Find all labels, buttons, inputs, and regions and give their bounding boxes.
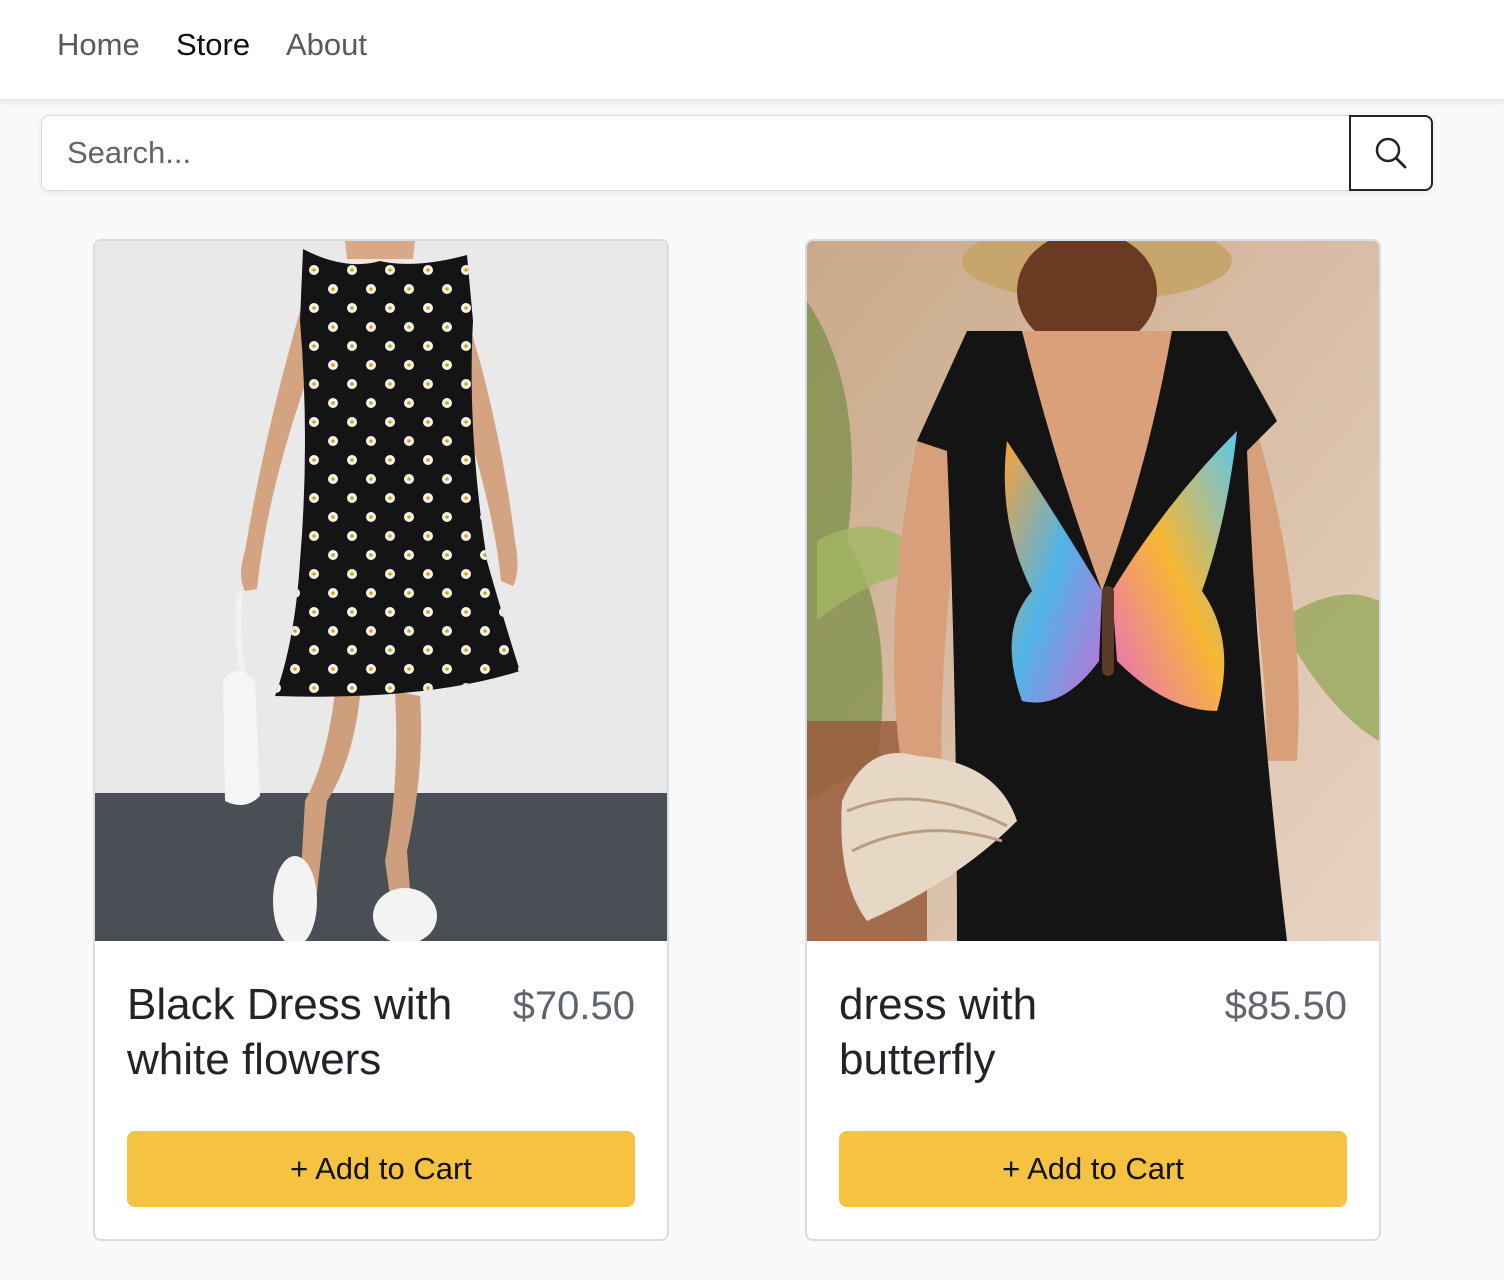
- product-card: dress with butterfly $85.50 + Add to Car…: [805, 239, 1381, 1241]
- nav-link-store[interactable]: Store: [176, 26, 250, 64]
- top-navbar: Home Store About: [0, 0, 1504, 100]
- product-title: Black Dress with white flowers: [127, 980, 453, 1084]
- black-floral-dress-photo: [95, 241, 667, 941]
- product-image[interactable]: [95, 241, 667, 941]
- butterfly-dress-photo: [807, 241, 1379, 941]
- search-button[interactable]: [1349, 115, 1433, 191]
- add-to-cart-button[interactable]: + Add to Cart: [839, 1131, 1347, 1207]
- product-price: $70.50: [512, 984, 635, 1028]
- search-icon: [1375, 137, 1407, 169]
- product-price: $85.50: [1224, 984, 1347, 1028]
- search-bar: [41, 115, 1433, 191]
- product-card: Black Dress with white flowers $70.50 + …: [93, 239, 669, 1241]
- nav-link-home[interactable]: Home: [57, 26, 140, 64]
- product-image[interactable]: [807, 241, 1379, 941]
- product-title: dress with butterfly: [839, 980, 1038, 1084]
- search-input[interactable]: [41, 115, 1350, 191]
- add-to-cart-button[interactable]: + Add to Cart: [127, 1131, 635, 1207]
- nav-link-about[interactable]: About: [286, 26, 367, 64]
